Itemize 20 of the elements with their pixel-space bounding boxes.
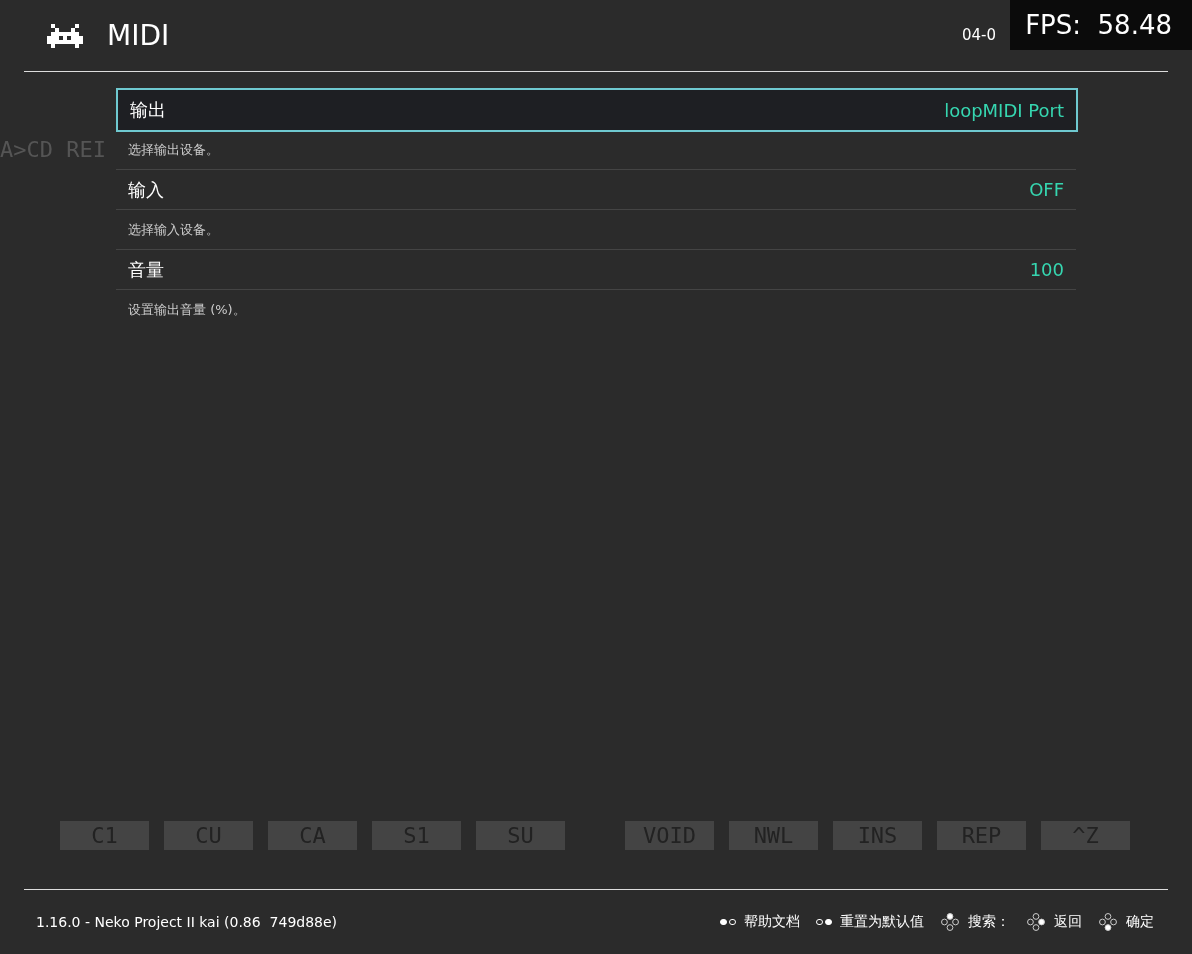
fps-counter: FPS: 58.48: [1010, 0, 1192, 50]
face-buttons-icon: [1026, 912, 1046, 932]
version-text: 1.16.0 - Neko Project II kai (0.86 749d88e): [36, 914, 338, 930]
item-description: 选择输入设备。: [116, 210, 1076, 250]
page-title: MIDI: [107, 19, 170, 52]
hint-label: 返回: [1054, 913, 1082, 931]
item-description: 设置输出音量 (%)。: [127, 300, 247, 319]
menu-item[interactable]: 音量 100: [116, 250, 1076, 290]
menu-item[interactable]: 输入 OFF: [116, 170, 1076, 210]
menu-item[interactable]: 输出 loopMIDI Port: [116, 88, 1078, 132]
item-description: 选择输出设备。: [116, 130, 1076, 170]
hint-label: 重置为默认值: [840, 913, 924, 931]
face-buttons-icon: [1098, 912, 1118, 932]
hint-label: 确定: [1126, 913, 1154, 931]
face-buttons-icon: [940, 912, 960, 932]
pill-buttons-icon: [816, 919, 832, 925]
hint-label: 帮助文档: [744, 913, 800, 931]
clock-text: 04-0: [961, 25, 996, 44]
hint-label: 搜索：: [968, 913, 1010, 931]
pill-buttons-icon: [720, 919, 736, 925]
